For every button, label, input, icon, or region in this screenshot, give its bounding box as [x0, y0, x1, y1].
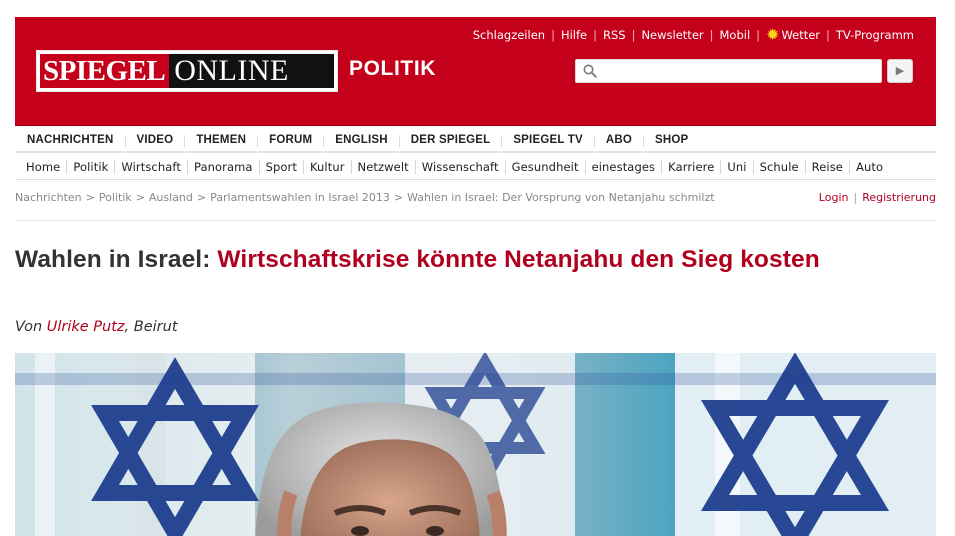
breadcrumb-arrow: > — [85, 191, 95, 204]
separator: | — [551, 28, 555, 42]
byline: Von Ulrike Putz, Beirut — [15, 319, 178, 335]
nav-themen[interactable]: THEMEN — [185, 129, 258, 153]
nav-english[interactable]: ENGLISH — [324, 129, 399, 153]
toplink-newsletter[interactable]: Newsletter — [641, 28, 703, 42]
nav-nachrichten[interactable]: NACHRICHTEN — [15, 129, 125, 153]
divider — [15, 220, 936, 221]
subnav-karriere[interactable]: Karriere — [662, 160, 720, 174]
byline-prefix: Von — [15, 319, 43, 335]
spiegel-online-logo[interactable]: SPIEGEL ONLINE — [36, 50, 338, 92]
sun-icon: ✹ — [766, 25, 780, 44]
search-input[interactable] — [604, 62, 874, 80]
breadcrumb-item[interactable]: Politik — [99, 191, 132, 204]
page: Schlagzeilen | Hilfe | RSS | Newsletter … — [15, 17, 936, 536]
breadcrumb-arrow: > — [196, 191, 207, 204]
separator: | — [826, 28, 830, 42]
photo-illustration — [15, 353, 936, 536]
sub-navigation: Home Politik Wirtschaft Panorama Sport K… — [15, 154, 936, 180]
section-title[interactable]: POLITIK — [349, 57, 436, 81]
search-submit-button[interactable]: ▶ — [887, 59, 913, 83]
article-headline: Wahlen in Israel: Wirtschaftskrise könnt… — [15, 245, 895, 274]
nav-abo[interactable]: ABO — [594, 129, 643, 153]
toplink-wetter[interactable]: Wetter — [781, 28, 820, 42]
top-links: Schlagzeilen | Hilfe | RSS | Newsletter … — [473, 27, 914, 43]
subnav-auto[interactable]: Auto — [850, 160, 889, 174]
separator: | — [593, 28, 597, 42]
breadcrumb-current: Wahlen in Israel: Der Vorsprung von Neta… — [407, 191, 715, 204]
breadcrumb-arrow: > — [393, 191, 404, 204]
search-box — [575, 59, 882, 83]
subnav-wissenschaft[interactable]: Wissenschaft — [416, 160, 505, 174]
nav-spiegel-tv[interactable]: SPIEGEL TV — [502, 129, 594, 153]
breadcrumb-item[interactable]: Ausland — [149, 191, 193, 204]
article-photo[interactable] — [15, 353, 936, 536]
separator: | — [756, 28, 761, 42]
toplink-hilfe[interactable]: Hilfe — [561, 28, 587, 42]
nav-forum[interactable]: FORUM — [258, 129, 324, 153]
nav-filler — [699, 129, 936, 153]
subnav-politik[interactable]: Politik — [67, 160, 114, 174]
search-icon — [583, 64, 597, 78]
subnav-einestages[interactable]: einestages — [586, 160, 662, 174]
main-navigation: NACHRICHTEN VIDEO THEMEN FORUM ENGLISH D… — [15, 129, 936, 153]
site-header: Schlagzeilen | Hilfe | RSS | Newsletter … — [15, 17, 936, 126]
toplink-schlagzeilen[interactable]: Schlagzeilen — [473, 28, 545, 42]
subnav-schule[interactable]: Schule — [754, 160, 805, 174]
subnav-uni[interactable]: Uni — [721, 160, 752, 174]
login-link[interactable]: Login — [819, 191, 849, 204]
author-link[interactable]: Ulrike Putz — [47, 319, 125, 335]
byline-location: , Beirut — [124, 319, 178, 335]
subnav-reise[interactable]: Reise — [806, 160, 849, 174]
logo-online: ONLINE — [169, 54, 334, 88]
toplink-rss[interactable]: RSS — [603, 28, 626, 42]
logo-spiegel: SPIEGEL — [40, 54, 170, 88]
toplink-mobil[interactable]: Mobil — [720, 28, 751, 42]
breadcrumb-item[interactable]: Parlamentswahlen in Israel 2013 — [210, 191, 390, 204]
breadcrumb-item[interactable]: Nachrichten — [15, 191, 82, 204]
nav-der-spiegel[interactable]: DER SPIEGEL — [399, 129, 502, 153]
subnav-sport[interactable]: Sport — [260, 160, 303, 174]
separator: | — [709, 28, 714, 42]
toplink-tv-programm[interactable]: TV-Programm — [836, 28, 914, 42]
auth-links: Login | Registrierung — [819, 191, 936, 204]
subnav-kultur[interactable]: Kultur — [304, 160, 351, 174]
headline-topic: Wahlen in Israel: — [15, 246, 211, 273]
subnav-home[interactable]: Home — [15, 160, 66, 174]
nav-video[interactable]: VIDEO — [125, 129, 185, 153]
register-link[interactable]: Registrierung — [862, 191, 936, 204]
chevron-right-icon: ▶ — [895, 64, 905, 77]
separator: | — [853, 191, 858, 204]
breadcrumb: Nachrichten > Politik > Ausland > Parlamentswa… — [15, 191, 715, 204]
subnav-panorama[interactable]: Panorama — [188, 160, 259, 174]
nav-shop[interactable]: SHOP — [644, 129, 700, 153]
breadcrumb-arrow: > — [135, 191, 145, 204]
subnav-wirtschaft[interactable]: Wirtschaft — [115, 160, 187, 174]
separator: | — [631, 28, 636, 42]
subnav-netzwelt[interactable]: Netzwelt — [352, 160, 415, 174]
headline-title: Wirtschaftskrise könnte Netanjahu den Si… — [217, 246, 820, 273]
subnav-gesundheit[interactable]: Gesundheit — [506, 160, 585, 174]
